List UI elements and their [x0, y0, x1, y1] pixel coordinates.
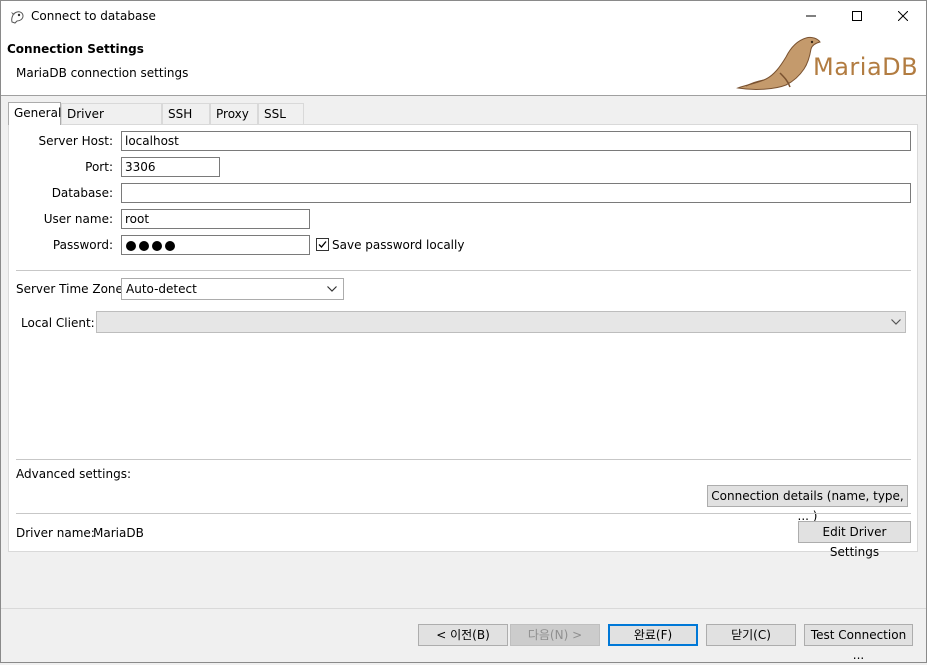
time-zone-select[interactable]: Auto-detect	[121, 278, 344, 300]
user-name-input[interactable]: root	[121, 209, 310, 229]
port-label: Port:	[85, 160, 113, 174]
user-name-label: User name:	[43, 212, 113, 226]
tab-driver-properties[interactable]: Driver properties	[61, 103, 162, 142]
mariadb-logo-text: MariaDB	[813, 53, 919, 81]
tab-label: SSH	[168, 107, 193, 121]
tab-label: SSL	[264, 107, 286, 121]
test-connection-button[interactable]: Test Connection ...	[804, 624, 913, 662]
save-password-checkbox[interactable]	[316, 238, 329, 251]
server-host-label: Server Host:	[38, 134, 113, 148]
back-button[interactable]: < 이전(B)	[418, 624, 508, 646]
page-title: Connection Settings	[7, 42, 144, 56]
password-dot	[152, 240, 162, 251]
separator	[16, 270, 911, 271]
password-input[interactable]	[121, 235, 310, 255]
page-subtitle: MariaDB connection settings	[16, 66, 189, 80]
title-bar: Connect to database	[1, 1, 926, 31]
tab-ssh[interactable]: SSH	[162, 103, 210, 124]
dialog-window: Connect to database Connection Settings …	[0, 0, 927, 663]
driver-name-label: Driver name:	[16, 526, 95, 540]
tab-label: Proxy	[216, 107, 249, 121]
close-window-button[interactable]	[880, 1, 926, 31]
advanced-settings-label: Advanced settings:	[16, 467, 131, 481]
maximize-button[interactable]	[834, 1, 880, 31]
password-label: Password:	[52, 238, 113, 252]
time-zone-label: Server Time Zone:	[16, 282, 127, 296]
port-input[interactable]: 3306	[121, 157, 220, 177]
database-input[interactable]	[121, 183, 911, 203]
password-dot	[165, 240, 175, 251]
finish-button[interactable]: 완료(F)	[608, 624, 698, 646]
next-button[interactable]: 다음(N) >	[510, 624, 600, 646]
separator	[16, 513, 911, 514]
tab-proxy[interactable]: Proxy	[210, 103, 258, 124]
footer-separator	[1, 608, 926, 609]
save-password-label: Save password locally	[332, 238, 465, 252]
password-dot	[126, 240, 136, 251]
time-zone-value: Auto-detect	[126, 282, 197, 296]
checkmark-icon	[318, 241, 327, 248]
database-label: Database:	[51, 186, 113, 200]
window-title: Connect to database	[31, 9, 156, 23]
dbeaver-icon	[11, 11, 24, 24]
minimize-icon	[806, 15, 816, 17]
local-client-label: Local Client:	[21, 316, 95, 330]
driver-name-value: MariaDB	[93, 526, 144, 540]
tab-ssl[interactable]: SSL	[258, 103, 304, 124]
tab-label: General	[14, 106, 62, 120]
local-client-select[interactable]	[96, 311, 906, 333]
tab-general[interactable]: General	[8, 102, 61, 125]
close-icon	[898, 11, 908, 21]
password-dot	[139, 240, 149, 251]
minimize-button[interactable]	[788, 1, 834, 31]
connection-details-button[interactable]: Connection details (name, type, ... )	[707, 485, 908, 523]
maximize-icon	[852, 11, 862, 21]
separator	[16, 459, 911, 460]
edit-driver-settings-button[interactable]: Edit Driver Settings	[798, 521, 911, 559]
chevron-down-icon	[327, 286, 337, 292]
wizard-header: Connection Settings MariaDB connection s…	[1, 31, 926, 96]
chevron-down-icon	[891, 319, 901, 325]
server-host-input[interactable]: localhost	[121, 131, 911, 151]
close-button[interactable]: 닫기(C)	[706, 624, 796, 646]
